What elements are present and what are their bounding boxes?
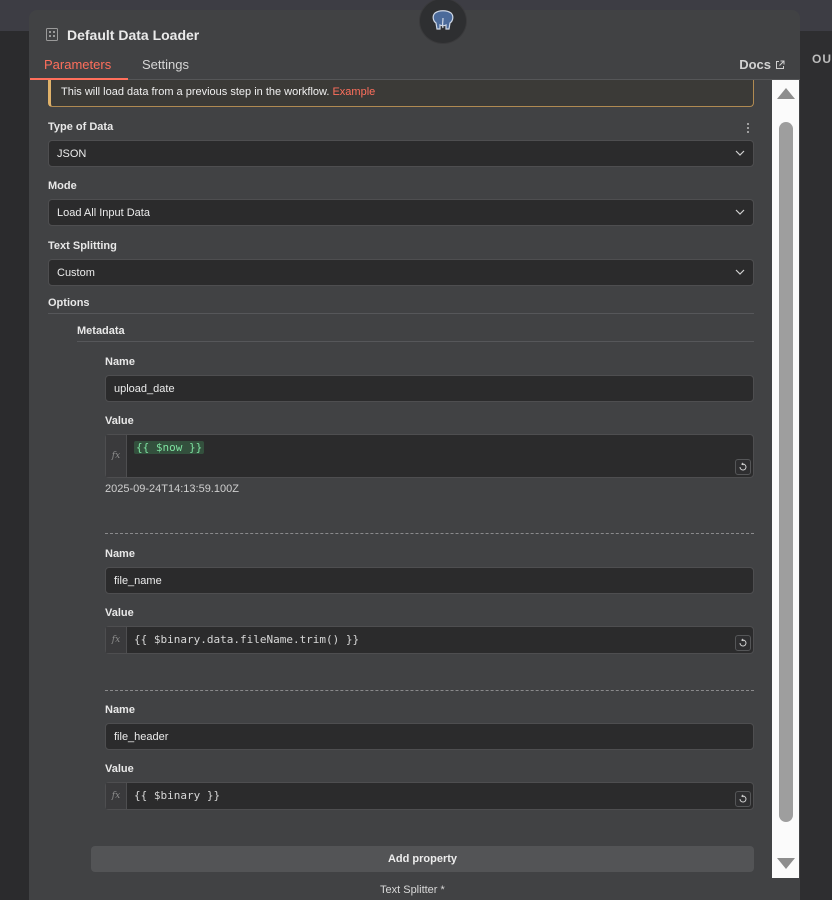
reset-value-button[interactable]: [735, 791, 751, 807]
chevron-down-icon: [735, 150, 745, 156]
expression-code[interactable]: {{ $binary }}: [134, 789, 220, 802]
text-splitting-label: Text Splitting: [48, 240, 117, 252]
metadata-name-label: Name: [105, 704, 135, 716]
metadata-value-expression[interactable]: fx {{ $now }}: [105, 434, 754, 478]
metadata-name-label: Name: [105, 356, 135, 368]
node-title[interactable]: Default Data Loader: [67, 27, 199, 43]
type-of-data-label: Type of Data: [48, 121, 114, 133]
refresh-icon: [739, 794, 747, 803]
item-separator: [105, 533, 754, 534]
refresh-icon: [739, 462, 747, 471]
reset-value-button[interactable]: [735, 635, 751, 651]
document-loader-icon: [46, 28, 58, 41]
fx-icon: fx: [106, 783, 127, 809]
docs-label: Docs: [739, 57, 771, 72]
text-splitting-value: Custom: [57, 267, 95, 279]
canvas-right-area: [800, 31, 832, 900]
metadata-value-label: Value: [105, 415, 134, 427]
scroll-up-arrow-icon[interactable]: [777, 88, 795, 99]
refresh-icon: [739, 638, 747, 647]
panel-header: Default Data Loader Parameters Settings …: [30, 10, 800, 80]
type-of-data-value: JSON: [57, 148, 87, 160]
type-of-data-select[interactable]: JSON: [48, 140, 754, 167]
reset-value-button[interactable]: [735, 459, 751, 475]
metadata-value-label: Value: [105, 763, 134, 775]
metadata-value-expression[interactable]: fx {{ $binary }}: [105, 782, 754, 810]
metadata-name-label: Name: [105, 548, 135, 560]
mode-value: Load All Input Data: [57, 207, 150, 219]
expression-code[interactable]: {{ $binary.data.fileName.trim() }}: [134, 633, 359, 646]
text-splitting-select[interactable]: Custom: [48, 259, 754, 286]
tab-settings[interactable]: Settings: [142, 57, 189, 72]
fx-icon: fx: [106, 435, 127, 477]
external-link-icon: [776, 60, 785, 69]
mode-select[interactable]: Load All Input Data: [48, 199, 754, 226]
expression-preview: 2025-09-24T14:13:59.100Z: [105, 483, 239, 495]
metadata-label: Metadata: [77, 325, 125, 337]
output-panel-label: OU: [812, 52, 832, 66]
metadata-value-expression[interactable]: fx {{ $binary.data.fileName.trim() }}: [105, 626, 754, 654]
text-splitter-label: Text Splitter *: [380, 884, 445, 896]
metadata-name-input[interactable]: upload_date: [105, 375, 754, 402]
notice-example-link[interactable]: Example: [332, 86, 375, 98]
scroll-down-arrow-icon[interactable]: [777, 858, 795, 869]
tab-parameters[interactable]: Parameters: [44, 57, 111, 72]
scrollbar-thumb[interactable]: [779, 122, 793, 822]
fx-icon: fx: [106, 627, 127, 653]
mode-label: Mode: [48, 180, 77, 192]
notice-text: This will load data from a previous step…: [61, 86, 330, 98]
options-divider: [48, 313, 754, 314]
add-property-button[interactable]: Add property: [91, 846, 754, 872]
options-label: Options: [48, 297, 90, 309]
metadata-divider: [77, 341, 754, 342]
metadata-name-input[interactable]: file_header: [105, 723, 754, 750]
chevron-down-icon: [735, 209, 745, 215]
info-notice: This will load data from a previous step…: [48, 80, 754, 107]
metadata-name-input[interactable]: file_name: [105, 567, 754, 594]
expression-code[interactable]: {{ $now }}: [134, 441, 205, 454]
chevron-down-icon: [735, 269, 745, 275]
metadata-value-label: Value: [105, 607, 134, 619]
item-separator: [105, 690, 754, 691]
more-options-icon[interactable]: [745, 121, 751, 135]
docs-link[interactable]: Docs: [739, 57, 785, 72]
